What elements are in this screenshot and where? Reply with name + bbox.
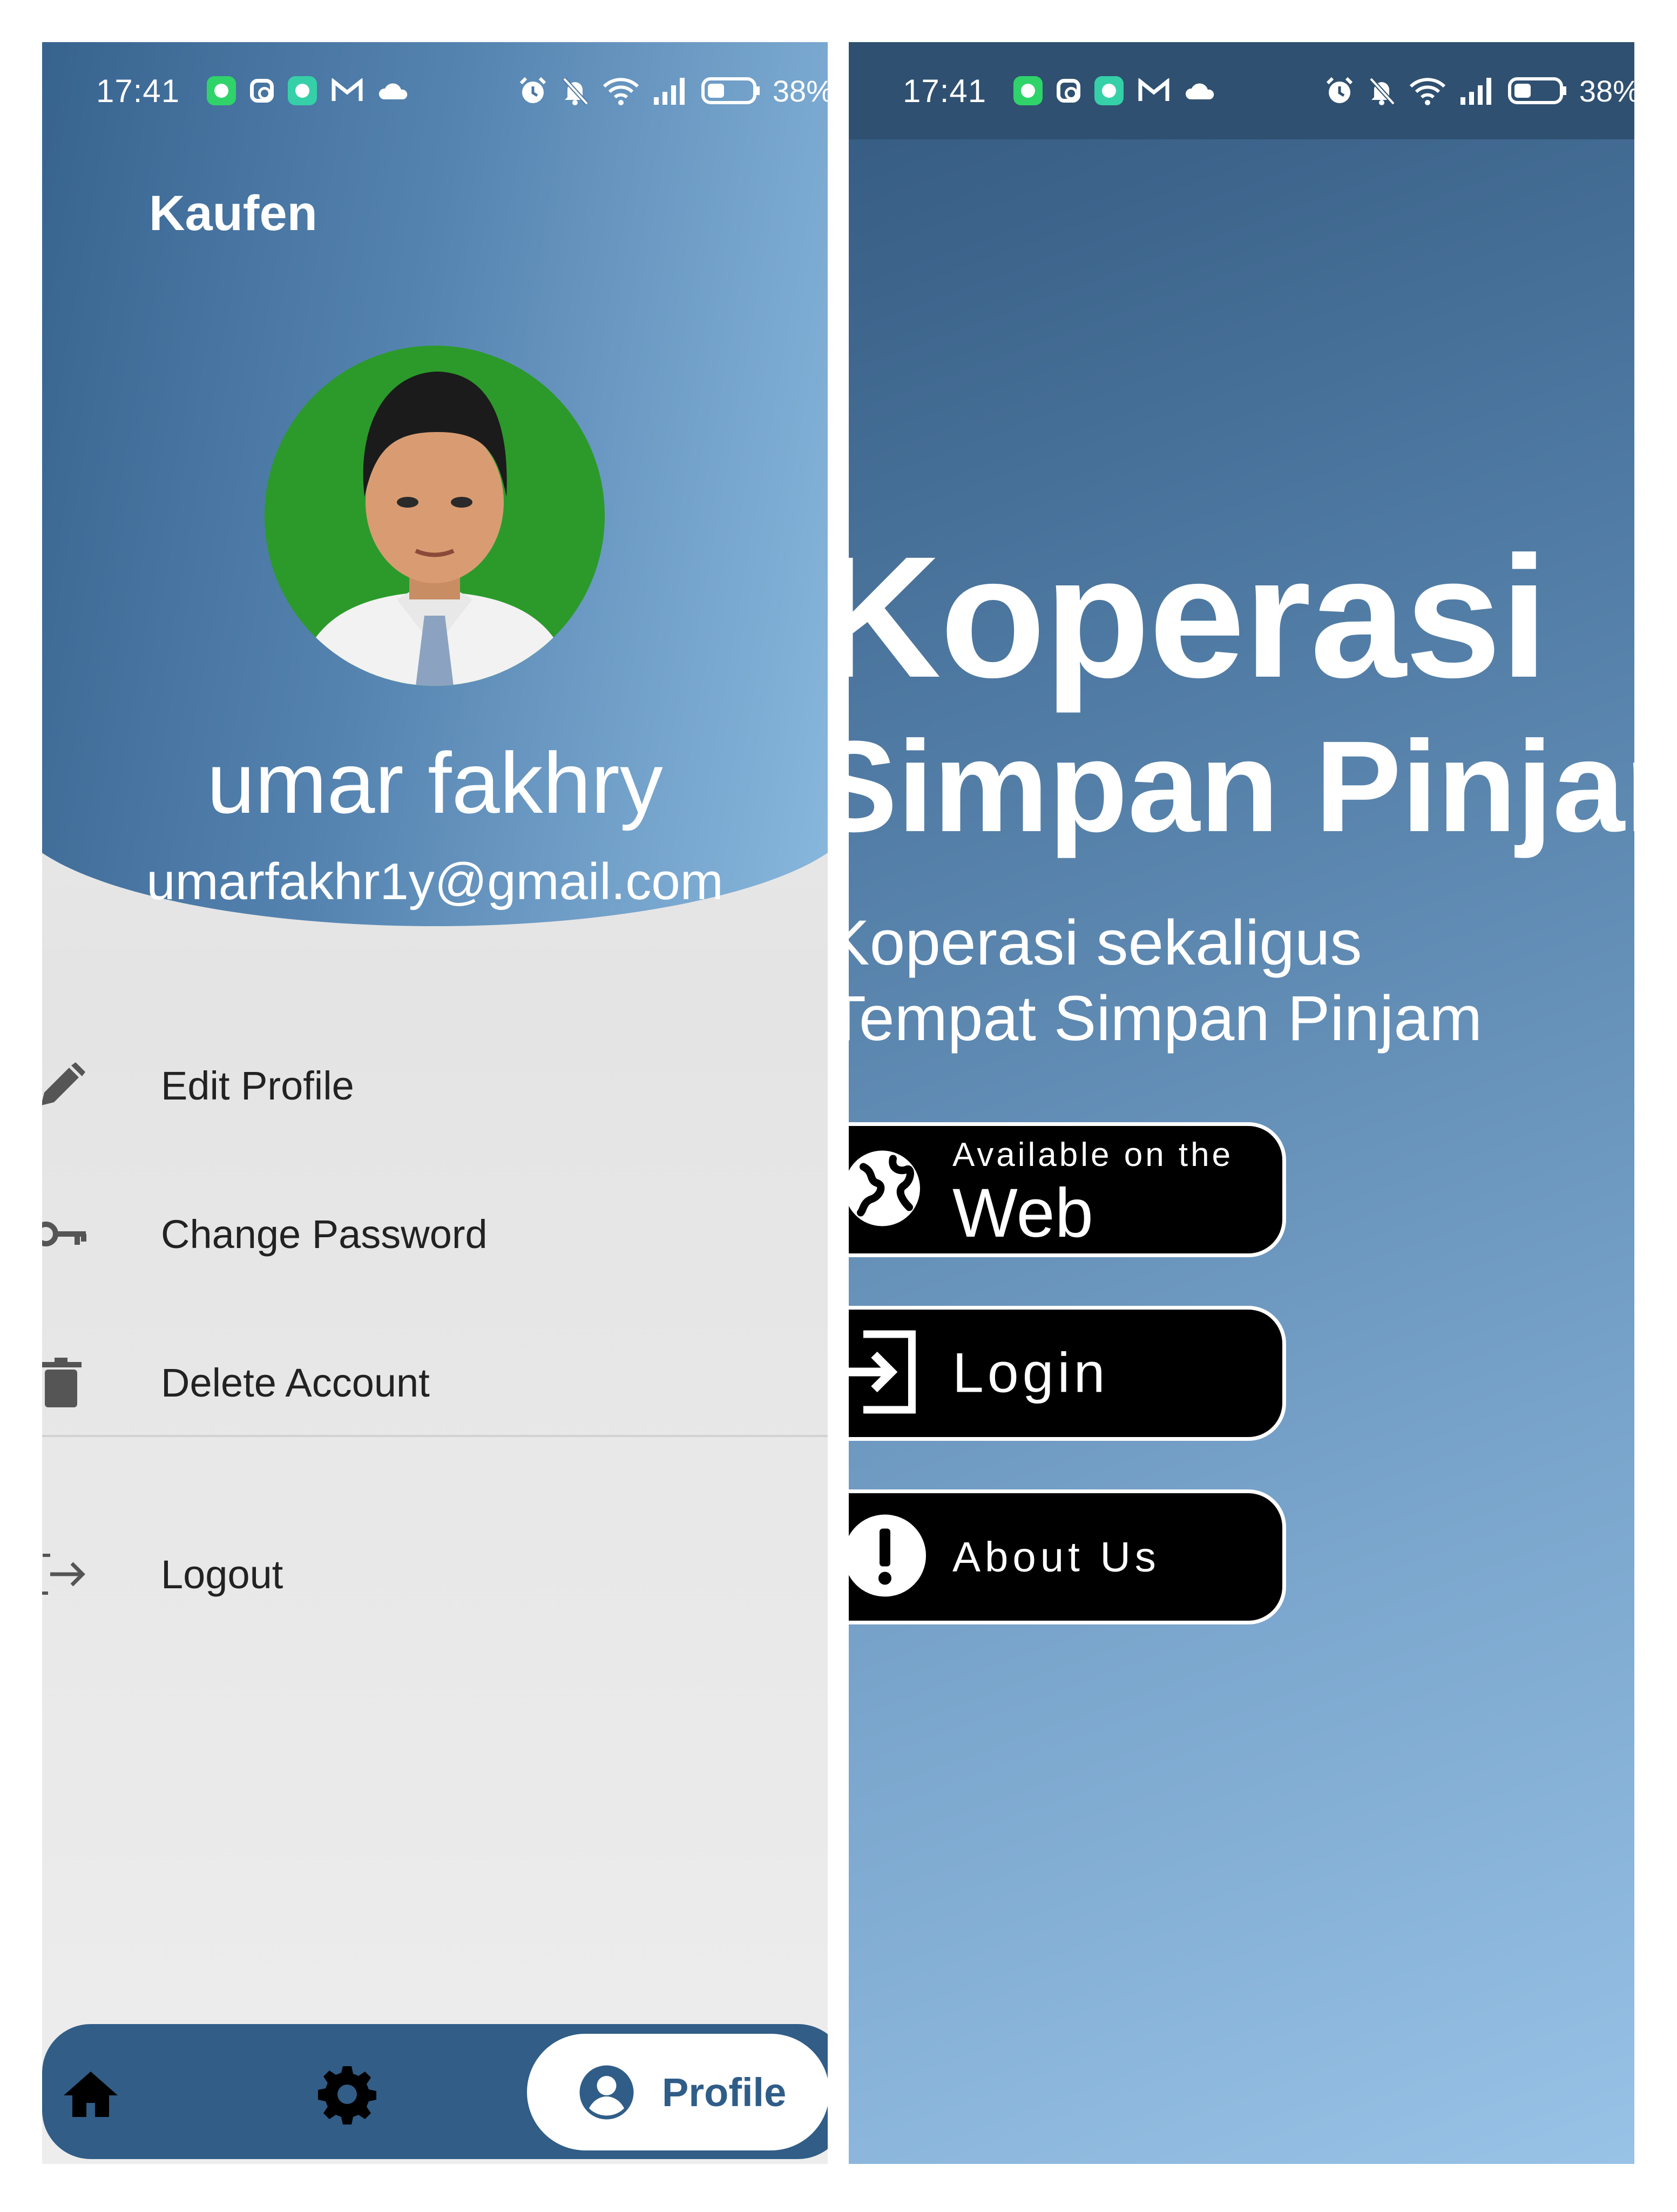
gmail-icon: [1138, 78, 1169, 101]
wifi-icon: [603, 78, 639, 105]
line-app-icon: [207, 76, 236, 105]
bottom-nav: Profile: [42, 2024, 828, 2159]
about-us-button-label: About Us: [952, 1533, 1160, 1581]
battery-percent: 38%: [1579, 73, 1634, 108]
instagram-icon: [1057, 79, 1081, 103]
globe-icon: [849, 1148, 923, 1232]
nav-profile-label: Profile: [662, 2069, 787, 2115]
status-bar-right: 17:41 38%: [849, 42, 1634, 139]
user-photo: [265, 346, 605, 686]
wifi-icon: [1409, 78, 1446, 105]
logout-item[interactable]: Logout: [42, 1515, 828, 1634]
web-button[interactable]: Available on the Web: [849, 1122, 1286, 1257]
gear-icon[interactable]: [315, 2062, 380, 2127]
gmail-icon: [332, 78, 363, 101]
change-password-label: Change Password: [161, 1211, 488, 1257]
web-button-small-text: Available on the: [952, 1136, 1234, 1174]
trash-icon: [42, 1353, 91, 1412]
menu-divider: [42, 1435, 828, 1437]
user-email: umarfakhr1y@gmail.com: [146, 853, 723, 911]
profile-screen: 17:41 38% Kaufen umar fakhry umarfakhr1y…: [42, 42, 828, 2164]
status-time-right: 17:41: [903, 72, 987, 109]
delete-account-label: Delete Account: [161, 1360, 430, 1405]
signal-icon: [653, 78, 685, 105]
chat-app-icon: [288, 76, 317, 105]
line-app-icon: [1013, 76, 1043, 105]
signal-icon: [1460, 78, 1491, 105]
app-title: Kaufen: [149, 186, 317, 241]
hero-title-line2: Simpan Pinjam: [849, 714, 1634, 859]
hero-subtitle-line2: Tempat Simpan Pinjam: [849, 983, 1483, 1054]
cloud-icon: [379, 83, 408, 99]
edit-profile-item[interactable]: Edit Profile: [42, 1026, 828, 1145]
hero-subtitle-line1: Koperasi sekaligus: [849, 907, 1362, 979]
logout-icon: [42, 1545, 91, 1604]
edit-profile-label: Edit Profile: [161, 1063, 354, 1108]
instagram-icon: [250, 79, 274, 103]
bell-off-icon: [562, 77, 589, 105]
exclamation-icon: [849, 1513, 928, 1602]
logout-label: Logout: [161, 1552, 283, 1597]
status-bar: 17:41 38%: [42, 42, 828, 139]
user-name: umar fakhry: [207, 734, 663, 831]
nav-profile-tab[interactable]: Profile: [527, 2034, 828, 2150]
login-button-label: Login: [952, 1341, 1109, 1405]
battery-icon: [1507, 77, 1566, 104]
avatar: [265, 346, 605, 686]
hero-title-line1: Koperasi: [849, 520, 1548, 713]
status-time: 17:41: [96, 72, 180, 109]
about-us-button[interactable]: About Us: [849, 1489, 1286, 1624]
cloud-icon: [1186, 83, 1214, 99]
account-circle-icon: [578, 2064, 635, 2121]
home-icon[interactable]: [58, 2062, 123, 2127]
pencil-icon: [42, 1056, 91, 1115]
alarm-icon: [519, 77, 546, 103]
key-icon: [42, 1204, 91, 1264]
battery-icon: [701, 77, 760, 104]
web-button-label: Web: [952, 1175, 1093, 1252]
chat-app-icon: [1094, 76, 1124, 105]
alarm-icon: [1326, 77, 1353, 103]
battery-percent: 38%: [772, 73, 828, 108]
landing-screen: 17:41 38% Koperasi Simpan Pinjam Koperas…: [849, 42, 1634, 2164]
login-button[interactable]: Login: [849, 1306, 1286, 1441]
bell-off-icon: [1369, 77, 1395, 105]
delete-account-item[interactable]: Delete Account: [42, 1323, 828, 1442]
change-password-item[interactable]: Change Password: [42, 1175, 828, 1293]
login-icon: [849, 1329, 923, 1418]
